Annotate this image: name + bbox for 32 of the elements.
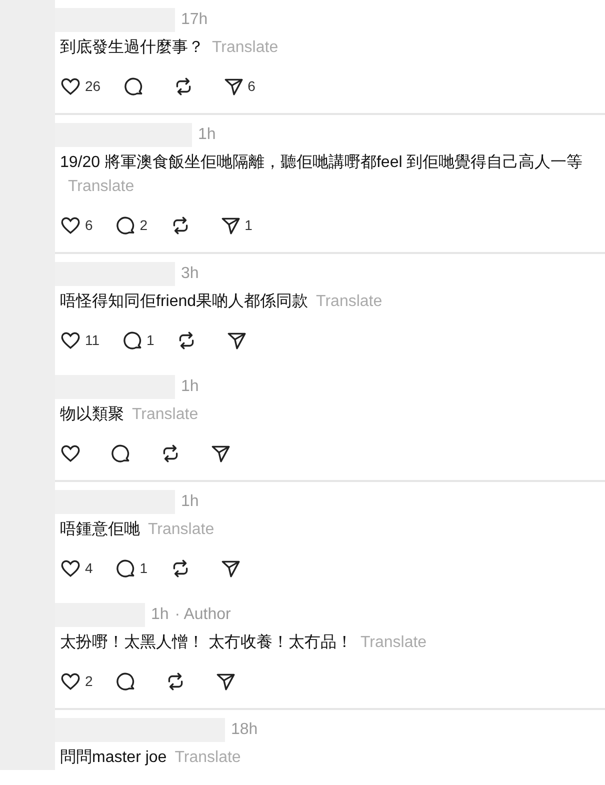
post-time: 3h (181, 265, 199, 283)
comment-text: 唔怪得知同佢friend果啲人都係同款 Translate (60, 292, 384, 312)
share-count: 6 (248, 78, 256, 94)
translate-link[interactable]: Translate (360, 634, 427, 651)
like-count: 6 (85, 217, 93, 233)
comment-text: 物以類聚 Translate (60, 404, 200, 425)
comment-text: 19/20 將軍澳食飯坐佢哋隔離，聽佢哋講嘢都feel 到佢哋覺得自己高人一等 Translate (60, 152, 584, 197)
comment-text: 到底發生過什麼事？ Translate (60, 38, 280, 58)
comment-text: 問問master joe Translate (60, 748, 242, 768)
translate-link[interactable]: Translate (316, 293, 382, 310)
post-time: 1h (181, 378, 199, 396)
share-count: 1 (244, 217, 252, 233)
comment-text: 太扮嘢！太黑人憎！ 太冇收養！太冇品！ Translate (60, 632, 428, 653)
post-time: 1h (198, 126, 216, 144)
post-time: 1h (181, 493, 199, 511)
post-time: 18h (231, 721, 258, 739)
translate-link[interactable]: Translate (132, 406, 198, 423)
comment-text: 唔鍾意佢哋 Translate (60, 520, 216, 540)
like-count: 26 (85, 78, 101, 94)
translate-link[interactable]: Translate (68, 178, 134, 195)
translate-link[interactable]: Translate (148, 521, 214, 538)
post-time: 1h (151, 606, 169, 624)
reply-count: 1 (146, 332, 154, 348)
like-count: 11 (85, 332, 100, 348)
reply-count: 1 (140, 560, 148, 576)
like-count: 4 (85, 560, 93, 576)
author-label: · Author (174, 606, 231, 624)
reply-count: 2 (140, 217, 148, 233)
translate-link[interactable]: Translate (212, 39, 278, 56)
like-count: 2 (85, 673, 93, 689)
translate-link[interactable]: Translate (174, 749, 241, 766)
post-time: 17h (181, 11, 208, 29)
